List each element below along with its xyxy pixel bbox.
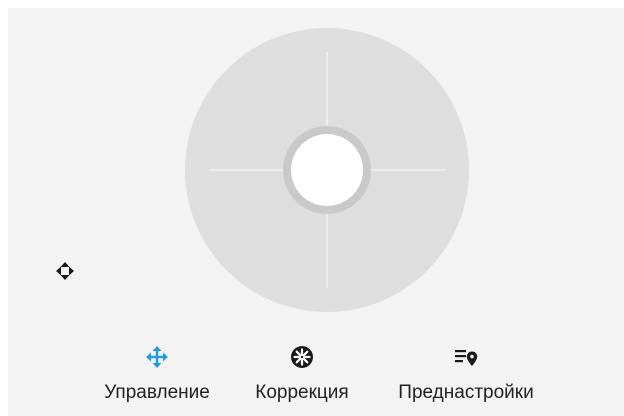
four-way-arrows-icon <box>56 262 74 280</box>
joystick-knob-ring <box>283 126 371 214</box>
tab-correction-label: Коррекция <box>255 382 349 403</box>
tab-presets[interactable]: Преднастройки <box>376 338 556 416</box>
move-arrows-icon <box>146 346 168 368</box>
tab-control[interactable]: Управление <box>92 338 222 416</box>
ptz-control-panel: Управление Коррекция Преднастройки <box>8 8 624 416</box>
view-toggle-button[interactable] <box>50 256 80 286</box>
aperture-icon <box>291 346 313 368</box>
joystick-knob[interactable] <box>291 134 363 206</box>
joystick-up-zone[interactable] <box>277 28 377 120</box>
joystick-left-zone[interactable] <box>185 120 277 220</box>
joystick-down-zone[interactable] <box>277 220 377 312</box>
tab-control-label: Управление <box>104 382 210 403</box>
list-location-icon <box>455 350 478 366</box>
tab-presets-label: Преднастройки <box>398 382 534 403</box>
tab-correction[interactable]: Коррекция <box>240 338 364 416</box>
ptz-joystick[interactable] <box>185 28 469 312</box>
joystick-right-zone[interactable] <box>377 120 469 220</box>
